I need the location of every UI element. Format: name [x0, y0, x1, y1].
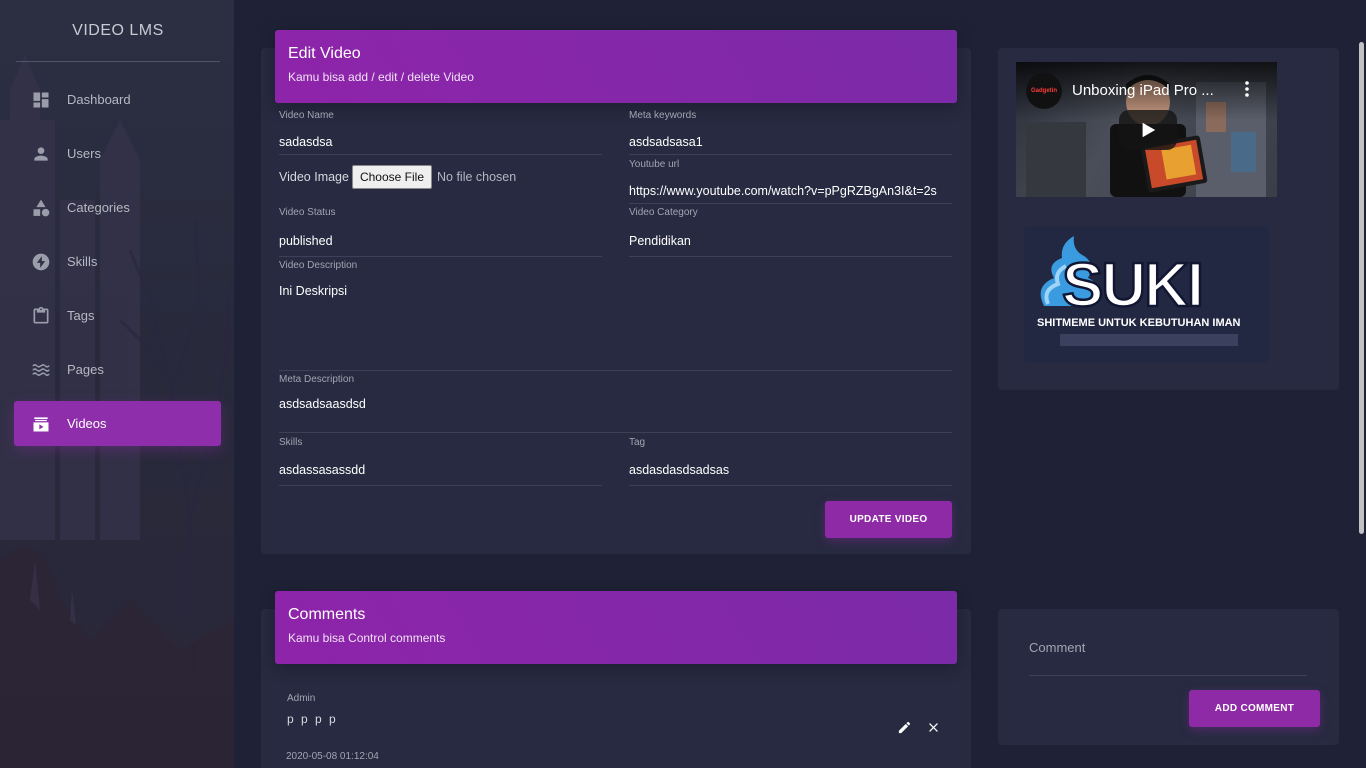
sidebar-item-label: Categories	[67, 200, 130, 215]
skills-field[interactable]: Skills asdassasassdd	[279, 437, 602, 486]
field-label: Skills	[279, 437, 303, 448]
field-underline	[279, 370, 952, 371]
channel-avatar[interactable]: Gadgetin	[1026, 73, 1062, 109]
field-label: Video Category	[629, 207, 698, 218]
video-category-select[interactable]: Pendidikan	[629, 233, 952, 249]
field-underline	[279, 154, 602, 155]
add-comment-button[interactable]: ADD COMMENT	[1189, 690, 1320, 727]
video-name-input[interactable]: sadasdsa	[279, 134, 602, 150]
field-underline	[629, 154, 952, 155]
choose-file-button[interactable]: Choose File	[351, 165, 432, 189]
field-underline	[279, 432, 952, 433]
youtube-url-field[interactable]: Youtube url https://www.youtube.com/watc…	[629, 159, 952, 204]
brand-title[interactable]: VIDEO LMS	[16, 18, 220, 62]
waves-icon	[31, 360, 51, 380]
comment-author: Admin	[287, 693, 316, 704]
skills-select[interactable]: asdassasassdd	[279, 462, 602, 478]
sidebar-nav: Dashboard Users Categories Skills Tags P…	[14, 77, 221, 455]
sidebar: VIDEO LMS Dashboard Users Categories Ski…	[0, 0, 234, 768]
edit-comment-button[interactable]	[896, 719, 912, 735]
youtube-url-input[interactable]: https://www.youtube.com/watch?v=pPgRZBgA…	[629, 183, 952, 199]
comment-input[interactable]	[1029, 630, 1307, 655]
sidebar-item-label: Dashboard	[67, 92, 131, 107]
field-label: Video Name	[279, 110, 334, 121]
edit-icon	[898, 721, 910, 733]
suki-logo: SUKI SHITMEME UNTUK KEBUTUHAN IMAN	[1024, 226, 1269, 362]
comments-header: Comments Kamu bisa Control comments	[275, 591, 957, 664]
sidebar-item-categories[interactable]: Categories	[14, 185, 221, 230]
file-status-text: No file chosen	[437, 170, 517, 184]
field-underline	[279, 256, 602, 257]
youtube-video-preview[interactable]: Gadgetin Unboxing iPad Pro ...	[1016, 62, 1277, 197]
sidebar-item-videos[interactable]: Videos	[14, 401, 221, 446]
sidebar-item-tags[interactable]: Tags	[14, 293, 221, 338]
sidebar-item-label: Users	[67, 146, 101, 161]
video-title[interactable]: Unboxing iPad Pro ...	[1072, 82, 1232, 99]
delete-comment-button[interactable]	[925, 719, 941, 735]
sidebar-item-pages[interactable]: Pages	[14, 347, 221, 392]
video-status-field[interactable]: Video Status published	[279, 207, 602, 257]
video-status-select[interactable]: published	[279, 233, 602, 249]
field-label: Youtube url	[629, 159, 680, 170]
sidebar-item-label: Tags	[67, 308, 95, 323]
field-underline	[629, 203, 952, 204]
comments-title: Comments	[288, 606, 366, 623]
sidebar-item-label: Pages	[67, 362, 104, 377]
update-video-button[interactable]: UPDATE VIDEO	[825, 501, 952, 538]
close-icon	[928, 722, 938, 732]
sidebar-item-skills[interactable]: Skills	[14, 239, 221, 284]
comment-body: p p p p	[287, 712, 338, 726]
bolt-icon	[31, 252, 51, 272]
video-category-field[interactable]: Video Category Pendidikan	[629, 207, 952, 257]
field-label: Meta keywords	[629, 110, 697, 121]
sidebar-item-dashboard[interactable]: Dashboard	[14, 77, 221, 122]
field-label: Video Description	[279, 260, 358, 271]
field-label: Tag	[629, 437, 646, 448]
scrollbar-thumb[interactable]	[1359, 42, 1364, 534]
comment-date: 2020-05-08 01:12:04	[286, 751, 379, 762]
field-underline	[629, 485, 952, 486]
tag-select[interactable]: asdasdasdsadsas	[629, 462, 952, 478]
person-icon	[31, 144, 51, 164]
page-scrollbar[interactable]	[1358, 0, 1366, 768]
video-image-field: Video Image Choose File No file chosen	[279, 165, 516, 189]
comments-subtitle: Kamu bisa Control comments	[288, 631, 446, 645]
meta-keywords-field[interactable]: Meta keywords asdsadsasa1	[629, 110, 952, 155]
video-description-field[interactable]: Video Description Ini Deskripsi	[279, 260, 952, 371]
more-vert-icon[interactable]	[1245, 81, 1249, 97]
field-label: Meta Description	[279, 374, 355, 385]
svg-text:SUKI: SUKI	[1062, 251, 1202, 320]
svg-text:SHITMEME UNTUK KEBUTUHAN IMAN: SHITMEME UNTUK KEBUTUHAN IMAN	[1037, 317, 1241, 329]
field-label: Video Status	[279, 207, 336, 218]
play-icon	[1142, 122, 1156, 138]
clipboard-icon	[31, 306, 51, 326]
page-title: Edit Video	[288, 45, 361, 62]
sidebar-item-label: Videos	[67, 416, 107, 431]
meta-description-field[interactable]: Meta Description asdsadsaasdsd	[279, 374, 952, 433]
field-underline	[279, 485, 602, 486]
tag-field[interactable]: Tag asdasdasdsadsas	[629, 437, 952, 486]
meta-keywords-input[interactable]: asdsadsasa1	[629, 134, 952, 150]
play-button[interactable]	[1119, 110, 1177, 150]
sidebar-item-label: Skills	[67, 254, 98, 269]
category-icon	[31, 198, 51, 218]
suki-logo-image: SUKI SHITMEME UNTUK KEBUTUHAN IMAN	[1037, 236, 1241, 346]
edit-video-header: Edit Video Kamu bisa add / edit / delete…	[275, 30, 957, 103]
video-library-icon	[31, 414, 51, 434]
field-underline	[629, 256, 952, 257]
page-subtitle: Kamu bisa add / edit / delete Video	[288, 70, 474, 84]
video-image-label: Video Image	[279, 170, 349, 184]
meta-description-input[interactable]: asdsadsaasdsd	[279, 396, 952, 412]
video-description-textarea[interactable]: Ini Deskripsi	[279, 283, 952, 299]
sidebar-item-users[interactable]: Users	[14, 131, 221, 176]
comment-field[interactable]	[1029, 630, 1307, 676]
video-name-field[interactable]: Video Name sadasdsa	[279, 110, 602, 155]
dashboard-icon	[31, 90, 51, 110]
